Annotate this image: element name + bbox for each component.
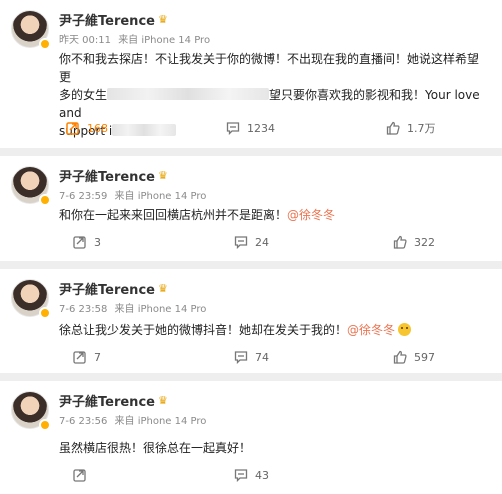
post-source: 来自 iPhone 14 Pro bbox=[114, 191, 207, 202]
repost-icon bbox=[73, 235, 87, 249]
like-button[interactable]: 1.7万 bbox=[386, 120, 436, 136]
thumbs-up-icon bbox=[386, 121, 400, 135]
comment-icon bbox=[234, 235, 248, 249]
post-time[interactable]: 7-6 23:58 bbox=[59, 304, 107, 315]
crown-icon: ♛ bbox=[157, 394, 168, 407]
repost-icon bbox=[66, 121, 80, 135]
blurred-text bbox=[107, 88, 270, 100]
avatar[interactable] bbox=[11, 166, 51, 206]
comment-button[interactable]: 43 bbox=[234, 468, 269, 482]
post-text-fragment: 多的女生 bbox=[59, 88, 108, 102]
author-name-text[interactable]: 尹子維Terence bbox=[59, 10, 155, 29]
post-source: 来自 iPhone 14 Pro bbox=[114, 416, 207, 427]
crown-icon: ♛ bbox=[157, 13, 168, 26]
post-source: 来自 iPhone 14 Pro bbox=[118, 35, 211, 46]
avatar[interactable] bbox=[11, 10, 51, 50]
mention-link[interactable]: @徐冬冬 bbox=[287, 208, 335, 222]
crown-icon: ♛ bbox=[157, 169, 168, 182]
repost-button[interactable]: 168 bbox=[66, 121, 108, 135]
author-name[interactable]: 尹子維Terence ♛ bbox=[59, 279, 168, 298]
action-bar: 3 24 322 bbox=[0, 232, 502, 252]
repost-count: 168 bbox=[87, 121, 108, 135]
author-name[interactable]: 尹子維Terence ♛ bbox=[59, 10, 168, 29]
repost-icon bbox=[73, 350, 87, 364]
comment-icon bbox=[226, 121, 240, 135]
like-count: 597 bbox=[414, 350, 435, 364]
post-time[interactable]: 7-6 23:56 bbox=[59, 416, 107, 427]
avatar[interactable] bbox=[11, 279, 51, 319]
thumbs-up-icon bbox=[393, 350, 407, 364]
like-button[interactable]: 322 bbox=[393, 235, 435, 249]
post-1[interactable]: 尹子維Terence ♛ 昨天 00:11 来自 iPhone 14 Pro 你… bbox=[0, 0, 502, 148]
post-text: 徐总让我少发关于她的微博抖音！她却在发关于我的！@徐冬冬 bbox=[59, 321, 485, 339]
comment-count: 74 bbox=[255, 350, 269, 364]
repost-count: 3 bbox=[94, 235, 101, 249]
post-text: 虽然横店很热！很徐总在一起真好！ bbox=[59, 439, 485, 457]
post-4[interactable]: 尹子維Terence ♛ 7-6 23:56 来自 iPhone 14 Pro … bbox=[0, 381, 502, 494]
comment-button[interactable]: 24 bbox=[234, 235, 269, 249]
author-name-text[interactable]: 尹子維Terence bbox=[59, 391, 155, 410]
author-name-text[interactable]: 尹子維Terence bbox=[59, 279, 155, 298]
comment-button[interactable]: 1234 bbox=[226, 121, 275, 135]
comment-icon bbox=[234, 350, 248, 364]
post-text-line: 多的女生 望只要你喜欢我的影视和我！Your love and bbox=[59, 86, 485, 122]
post-meta: 昨天 00:11 来自 iPhone 14 Pro bbox=[59, 31, 210, 46]
thumbs-up-icon bbox=[393, 235, 407, 249]
comment-icon bbox=[234, 468, 248, 482]
repost-count: 7 bbox=[94, 350, 101, 364]
post-text-line: 你不和我去探店！不让我发关于你的微博！不出现在我的直播间！她说这样希望更 bbox=[59, 52, 480, 84]
comment-button[interactable]: 74 bbox=[234, 350, 269, 364]
comment-count: 1234 bbox=[247, 121, 275, 135]
repost-button[interactable]: 3 bbox=[73, 235, 101, 249]
repost-icon bbox=[73, 468, 87, 482]
author-name-text[interactable]: 尹子維Terence bbox=[59, 166, 155, 185]
post-source: 来自 iPhone 14 Pro bbox=[114, 304, 207, 315]
post-2[interactable]: 尹子維Terence ♛ 7-6 23:59 来自 iPhone 14 Pro … bbox=[0, 156, 502, 261]
post-3[interactable]: 尹子維Terence ♛ 7-6 23:58 来自 iPhone 14 Pro … bbox=[0, 269, 502, 373]
avatar[interactable] bbox=[11, 391, 51, 431]
comment-count: 43 bbox=[255, 468, 269, 482]
mention-link[interactable]: @徐冬冬 bbox=[347, 323, 395, 337]
post-meta: 7-6 23:59 来自 iPhone 14 Pro bbox=[59, 187, 206, 202]
like-button[interactable]: 597 bbox=[393, 350, 435, 364]
post-text: 和你在一起来来回回横店杭州并不是距离！@徐冬冬 bbox=[59, 206, 485, 224]
crown-icon: ♛ bbox=[157, 282, 168, 295]
repost-button[interactable]: 7 bbox=[73, 350, 101, 364]
post-time[interactable]: 昨天 00:11 bbox=[59, 35, 111, 46]
post-text-fragment: 虽然横店很热！很徐总在一起真好！ bbox=[59, 441, 252, 455]
comment-count: 24 bbox=[255, 235, 269, 249]
action-bar: 168 1234 1.7万 bbox=[0, 118, 502, 138]
action-bar: 7 74 597 bbox=[0, 347, 502, 367]
repost-button[interactable] bbox=[73, 468, 87, 482]
post-text-fragment: 和你在一起来来回回横店杭州并不是距离！ bbox=[59, 208, 288, 222]
author-name[interactable]: 尹子維Terence ♛ bbox=[59, 391, 168, 410]
post-meta: 7-6 23:56 来自 iPhone 14 Pro bbox=[59, 412, 206, 427]
like-count: 1.7万 bbox=[407, 122, 436, 135]
like-count: 322 bbox=[414, 235, 435, 249]
post-text-fragment: 徐总让我少发关于她的微博抖音！她却在发关于我的！ bbox=[59, 323, 348, 337]
post-time[interactable]: 7-6 23:59 bbox=[59, 191, 107, 202]
action-bar: 43 bbox=[0, 465, 502, 485]
author-name[interactable]: 尹子維Terence ♛ bbox=[59, 166, 168, 185]
crying-emoji-icon bbox=[398, 323, 412, 336]
post-meta: 7-6 23:58 来自 iPhone 14 Pro bbox=[59, 300, 206, 315]
